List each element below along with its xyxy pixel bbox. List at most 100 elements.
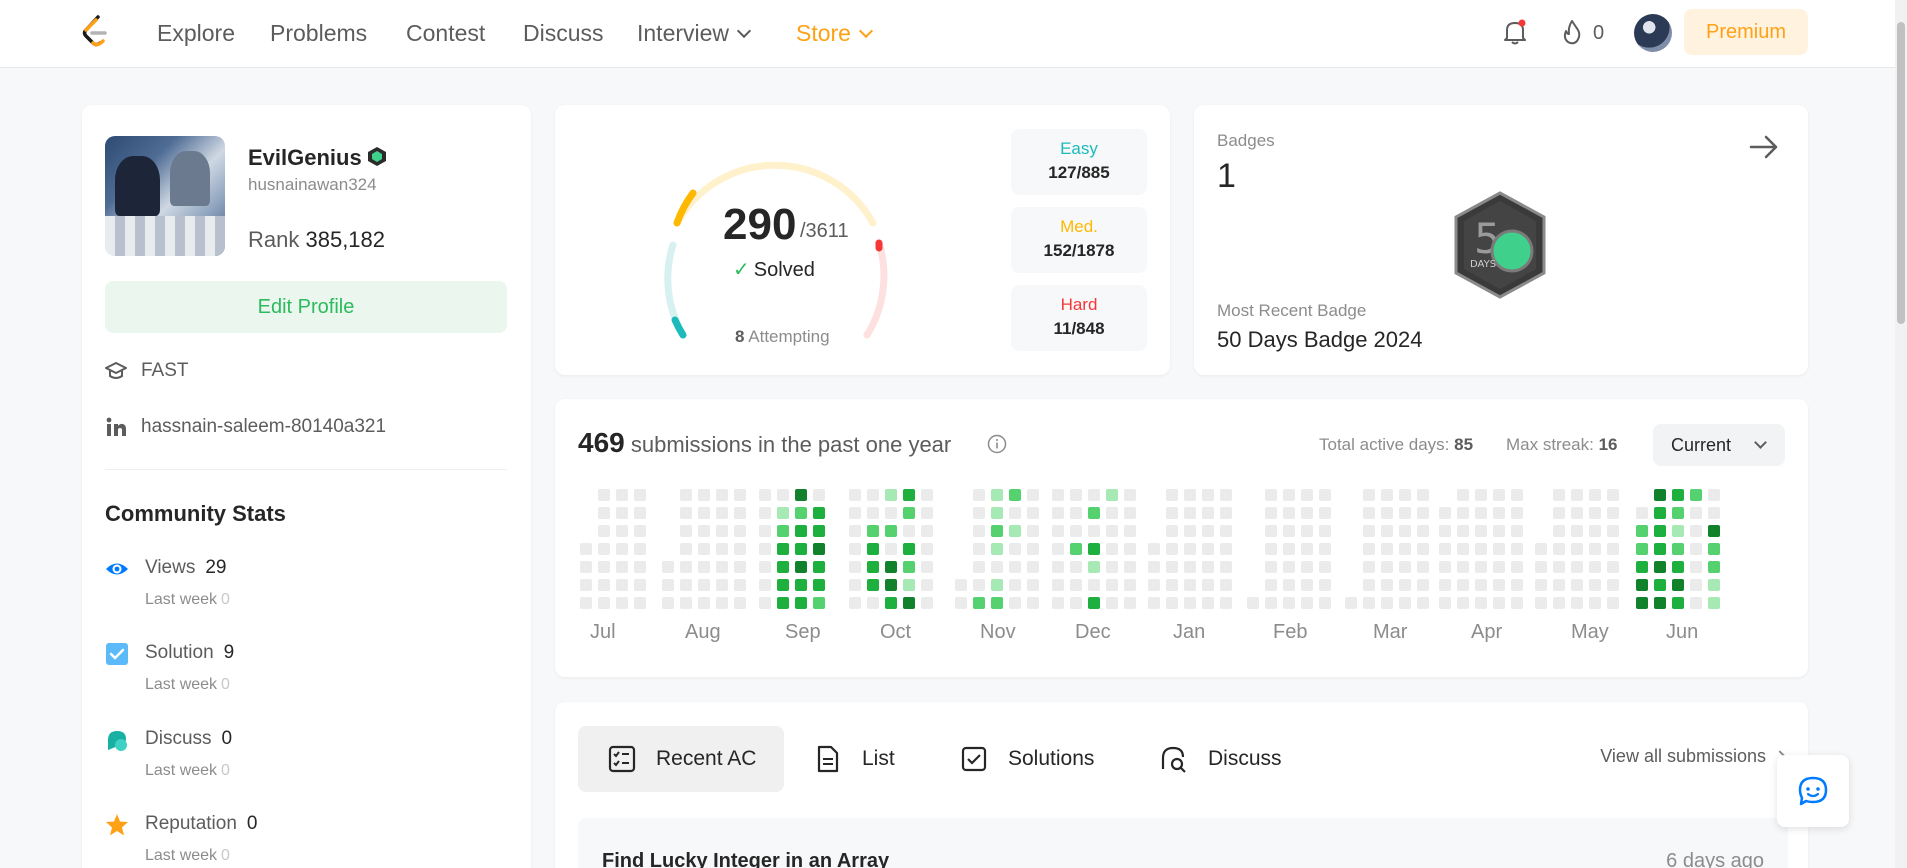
heatmap-cell[interactable] [1636,579,1648,591]
heatmap-cell[interactable] [813,543,825,555]
heatmap-cell[interactable] [1283,543,1295,555]
heatmap-cell[interactable] [795,579,807,591]
heatmap-cell[interactable] [1553,561,1565,573]
heatmap-cell[interactable] [849,597,861,609]
heatmap-cell[interactable] [973,597,985,609]
heatmap-cell[interactable] [1607,489,1619,501]
heatmap-cell[interactable] [1027,597,1039,609]
heatmap-cell[interactable] [1247,597,1259,609]
heatmap-cell[interactable] [1184,597,1196,609]
heatmap-cell[interactable] [1417,507,1429,519]
heatmap-cell[interactable] [1301,525,1313,537]
heatmap-cell[interactable] [1265,507,1277,519]
heatmap-cell[interactable] [734,525,746,537]
heatmap-cell[interactable] [1457,543,1469,555]
heatmap-cell[interactable] [885,579,897,591]
heatmap-cell[interactable] [1184,489,1196,501]
heatmap-cell[interactable] [580,597,592,609]
heatmap-cell[interactable] [813,507,825,519]
heatmap-cell[interactable] [991,507,1003,519]
heatmap-cell[interactable] [1553,525,1565,537]
difficulty-medium[interactable]: Med. 152/1878 [1011,207,1147,273]
heatmap-cell[interactable] [1553,597,1565,609]
heatmap-cell[interactable] [1124,579,1136,591]
heatmap-cell[interactable] [716,489,728,501]
heatmap-cell[interactable] [1009,579,1021,591]
heatmap-cell[interactable] [1166,489,1178,501]
heatmap-cell[interactable] [1493,561,1505,573]
heatmap-cell[interactable] [1511,525,1523,537]
heatmap-cell[interactable] [991,597,1003,609]
heatmap-cell[interactable] [1202,543,1214,555]
heatmap-cell[interactable] [885,489,897,501]
heatmap-cell[interactable] [849,507,861,519]
linkedin-row[interactable]: hassnain-saleem-80140a321 [105,416,386,438]
heatmap-cell[interactable] [921,489,933,501]
heatmap-cell[interactable] [1124,489,1136,501]
heatmap-cell[interactable] [1283,507,1295,519]
heatmap-cell[interactable] [1457,579,1469,591]
heatmap-cell[interactable] [598,597,610,609]
heatmap-cell[interactable] [1363,579,1375,591]
heatmap-cell[interactable] [1672,489,1684,501]
heatmap-cell[interactable] [1571,579,1583,591]
heatmap-cell[interactable] [1690,543,1702,555]
heatmap-cell[interactable] [716,579,728,591]
heatmap-cell[interactable] [1088,597,1100,609]
heatmap-cell[interactable] [1363,525,1375,537]
heatmap-cell[interactable] [616,489,628,501]
heatmap-cell[interactable] [1124,525,1136,537]
heatmap-cell[interactable] [777,597,789,609]
heatmap-cell[interactable] [1184,543,1196,555]
heatmap-cell[interactable] [1070,525,1082,537]
heatmap-cell[interactable] [777,489,789,501]
heatmap-cell[interactable] [1654,543,1666,555]
nav-explore[interactable]: Explore [157,20,235,47]
heatmap-cell[interactable] [1493,597,1505,609]
heatmap-cell[interactable] [1475,597,1487,609]
heatmap-cell[interactable] [1439,561,1451,573]
heatmap-cell[interactable] [1439,507,1451,519]
heatmap-cell[interactable] [1220,579,1232,591]
heatmap-cell[interactable] [1493,543,1505,555]
heatmap-cell[interactable] [1672,579,1684,591]
heatmap-cell[interactable] [1690,525,1702,537]
page-scrollbar[interactable] [1895,0,1907,868]
heatmap-cell[interactable] [867,507,879,519]
heatmap-cell[interactable] [1202,507,1214,519]
heatmap-cell[interactable] [973,507,985,519]
heatmap-cell[interactable] [680,507,692,519]
heatmap-cell[interactable] [1535,561,1547,573]
heatmap-cell[interactable] [1399,525,1411,537]
heatmap-cell[interactable] [759,543,771,555]
heatmap-cell[interactable] [1070,489,1082,501]
heatmap-cell[interactable] [759,579,771,591]
heatmap-cell[interactable] [1106,525,1118,537]
scrollbar-thumb[interactable] [1897,22,1905,324]
heatmap-cell[interactable] [1148,561,1160,573]
heatmap-cell[interactable] [1202,579,1214,591]
heatmap-cell[interactable] [580,543,592,555]
heatmap-cell[interactable] [1475,489,1487,501]
heatmap-cell[interactable] [698,597,710,609]
heatmap-cell[interactable] [680,561,692,573]
heatmap-cell[interactable] [1417,525,1429,537]
nav-discuss[interactable]: Discuss [523,20,604,47]
heatmap-cell[interactable] [1220,597,1232,609]
heatmap-cell[interactable] [777,561,789,573]
heatmap-cell[interactable] [1399,507,1411,519]
heatmap-cell[interactable] [903,597,915,609]
heatmap-cell[interactable] [1607,579,1619,591]
heatmap-cell[interactable] [903,579,915,591]
heatmap-cell[interactable] [973,561,985,573]
heatmap-cell[interactable] [849,561,861,573]
heatmap-cell[interactable] [1283,525,1295,537]
heatmap-cell[interactable] [580,561,592,573]
heatmap-cell[interactable] [1607,597,1619,609]
fire-icon[interactable] [1560,18,1584,46]
heatmap-cell[interactable] [1690,507,1702,519]
nav-store[interactable]: Store [796,20,874,47]
tab-solutions[interactable]: Solutions [930,726,1130,792]
heatmap-cell[interactable] [1009,597,1021,609]
heatmap-cell[interactable] [1220,561,1232,573]
